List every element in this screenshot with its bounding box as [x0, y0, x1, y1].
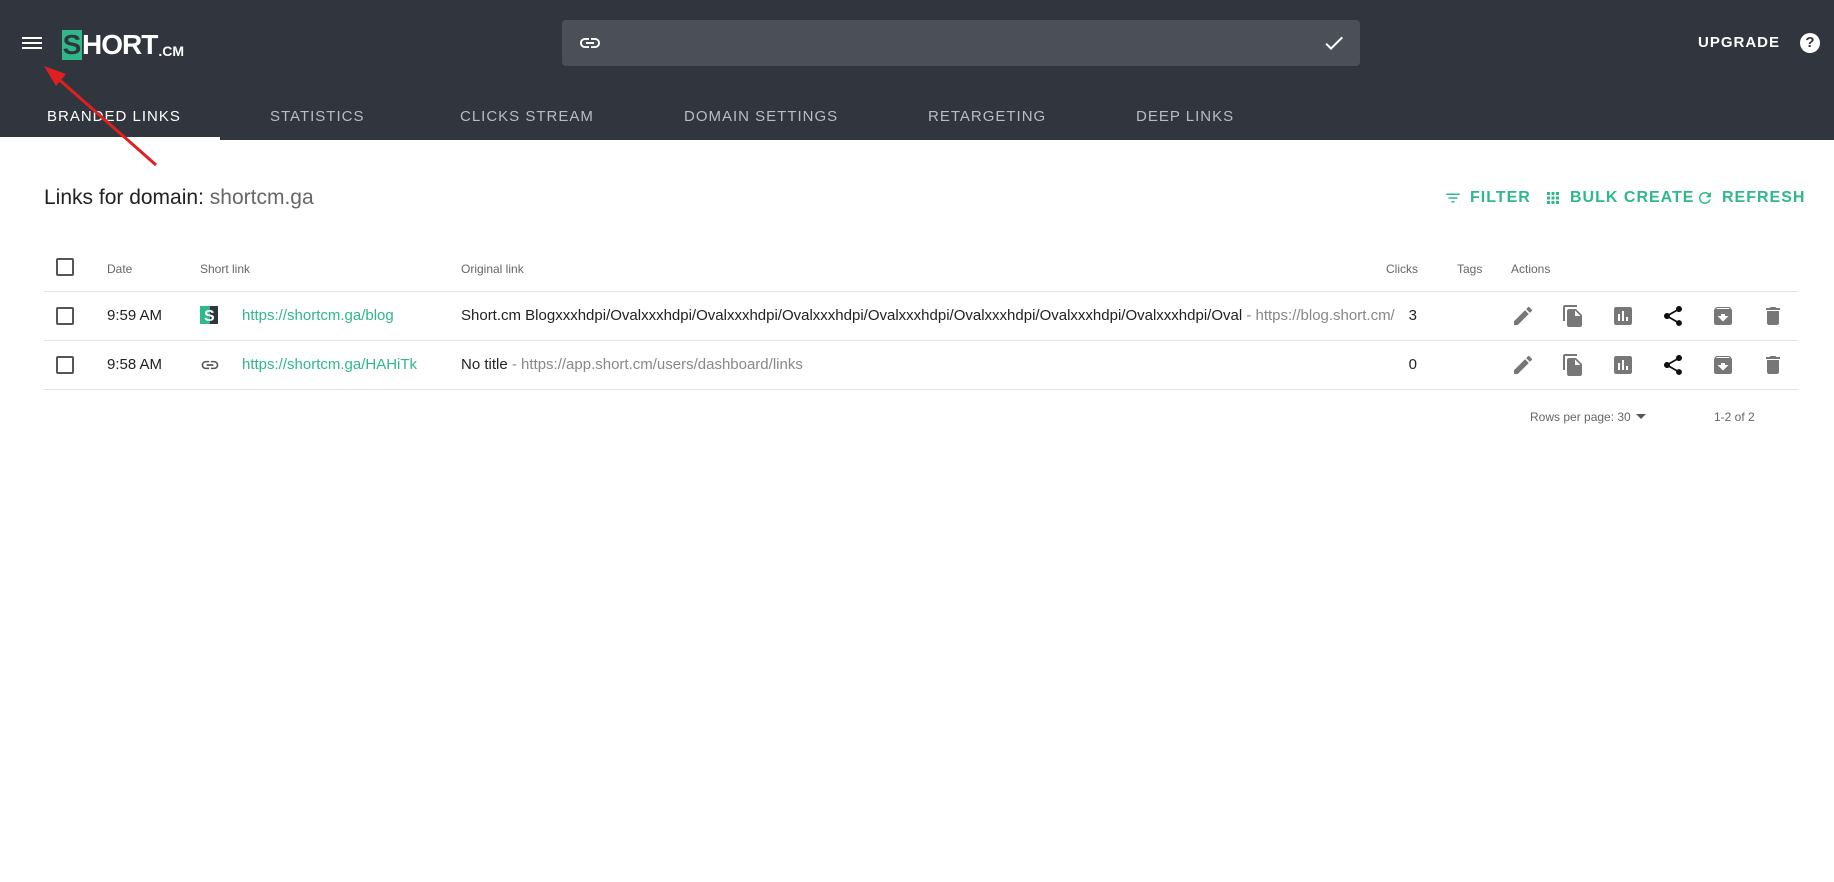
tab-clicks-stream[interactable]: CLICKS STREAM: [460, 108, 594, 140]
original-link[interactable]: No title - https://app.short.cm/users/da…: [461, 356, 803, 373]
original-link-title: No title: [461, 356, 508, 373]
archive-icon[interactable]: [1711, 304, 1735, 328]
tab-statistics[interactable]: STATISTICS: [270, 108, 364, 140]
click-count: 3: [1408, 307, 1417, 324]
refresh-button[interactable]: REFRESH: [1696, 189, 1805, 207]
column-header-date[interactable]: Date: [107, 262, 132, 276]
column-header-clicks[interactable]: Clicks: [1386, 262, 1418, 276]
rows-per-page-select[interactable]: Rows per page: 30: [1530, 410, 1631, 424]
table-row[interactable]: 9:58 AM https://shortcm.ga/HAHiTk No tit…: [44, 341, 1798, 390]
stats-icon[interactable]: [1611, 353, 1635, 377]
column-header-tags: Tags: [1457, 262, 1483, 276]
filter-icon: [1446, 193, 1460, 203]
chevron-down-icon[interactable]: [1636, 414, 1646, 419]
shortcm-favicon-icon: S: [200, 306, 218, 324]
share-icon[interactable]: [1661, 353, 1685, 377]
filter-button[interactable]: FILTER: [1444, 189, 1531, 207]
row-checkbox[interactable]: [56, 356, 74, 374]
bulk-create-label: BULK CREATE: [1570, 189, 1695, 206]
short-link[interactable]: https://shortcm.ga/blog: [242, 307, 394, 324]
delete-icon[interactable]: [1761, 353, 1785, 377]
pagination-range: 1-2 of 2: [1714, 410, 1755, 424]
original-link-title: Short.cm Blogxxxhdpi/Ovalxxxhdpi/Ovalxxx…: [461, 307, 1243, 324]
upgrade-button[interactable]: UPGRADE: [1698, 34, 1780, 51]
main-tabs: BRANDED LINKS STATISTICS CLICKS STREAM D…: [0, 100, 1834, 140]
table-header: Date Short link Original link Clicks Tag…: [44, 250, 1798, 292]
check-icon[interactable]: [1322, 31, 1346, 55]
bulk-create-button[interactable]: BULK CREATE: [1544, 189, 1694, 207]
tab-deep-links[interactable]: DEEP LINKS: [1136, 108, 1234, 140]
row-date: 9:59 AM: [107, 307, 163, 324]
tab-retargeting[interactable]: RETARGETING: [928, 108, 1046, 140]
page-title-prefix: Links for domain:: [44, 186, 204, 209]
column-header-short-link[interactable]: Short link: [200, 262, 250, 276]
copy-icon[interactable]: [1561, 304, 1585, 328]
active-tab-indicator: [0, 137, 220, 140]
links-table: Date Short link Original link Clicks Tag…: [44, 250, 1798, 390]
table-row[interactable]: 9:59 AM S https://shortcm.ga/blog Short.…: [44, 292, 1798, 341]
original-link-url: - https://blog.short.cm/: [1242, 307, 1395, 324]
link-icon: [580, 38, 600, 48]
menu-icon[interactable]: [20, 32, 44, 56]
click-count: 0: [1408, 356, 1417, 373]
page-title: Links for domain: shortcm.ga: [44, 186, 314, 210]
archive-icon[interactable]: [1711, 353, 1735, 377]
copy-icon[interactable]: [1561, 353, 1585, 377]
refresh-icon: [1699, 192, 1711, 204]
short-link[interactable]: https://shortcm.ga/HAHiTk: [242, 356, 417, 373]
svg-text:S: S: [204, 308, 215, 324]
logo-word: HORT: [82, 29, 158, 60]
delete-icon[interactable]: [1761, 304, 1785, 328]
original-link-url: - https://app.short.cm/users/dashboard/l…: [507, 356, 803, 373]
tab-domain-settings[interactable]: DOMAIN SETTINGS: [684, 108, 838, 140]
filter-label: FILTER: [1470, 189, 1531, 206]
page-title-domain: shortcm.ga: [209, 186, 314, 209]
row-checkbox[interactable]: [56, 307, 74, 325]
logo-tld: .CM: [158, 43, 184, 59]
edit-icon[interactable]: [1511, 304, 1535, 328]
share-icon[interactable]: [1661, 304, 1685, 328]
stats-icon[interactable]: [1611, 304, 1635, 328]
column-header-actions: Actions: [1511, 262, 1551, 276]
refresh-label: REFRESH: [1722, 189, 1806, 206]
grid-icon: [1547, 192, 1559, 204]
select-all-checkbox[interactable]: [56, 258, 74, 276]
tab-branded-links[interactable]: BRANDED LINKS: [47, 108, 181, 140]
link-icon: [201, 360, 219, 370]
help-icon[interactable]: ?: [1800, 33, 1820, 53]
column-header-original-link[interactable]: Original link: [461, 262, 524, 276]
shorten-url-input[interactable]: [618, 28, 1278, 58]
logo-mark: S: [62, 29, 82, 60]
shorten-link-bar: [562, 20, 1360, 66]
original-link[interactable]: Short.cm Blogxxxhdpi/Ovalxxxhdpi/Ovalxxx…: [461, 307, 1395, 324]
shortcm-logo[interactable]: S HORT .CM: [62, 26, 184, 60]
edit-icon[interactable]: [1511, 353, 1535, 377]
top-app-bar: S HORT .CM UPGRADE ? BRANDED LINKS STATI…: [0, 0, 1834, 140]
row-date: 9:58 AM: [107, 356, 163, 373]
